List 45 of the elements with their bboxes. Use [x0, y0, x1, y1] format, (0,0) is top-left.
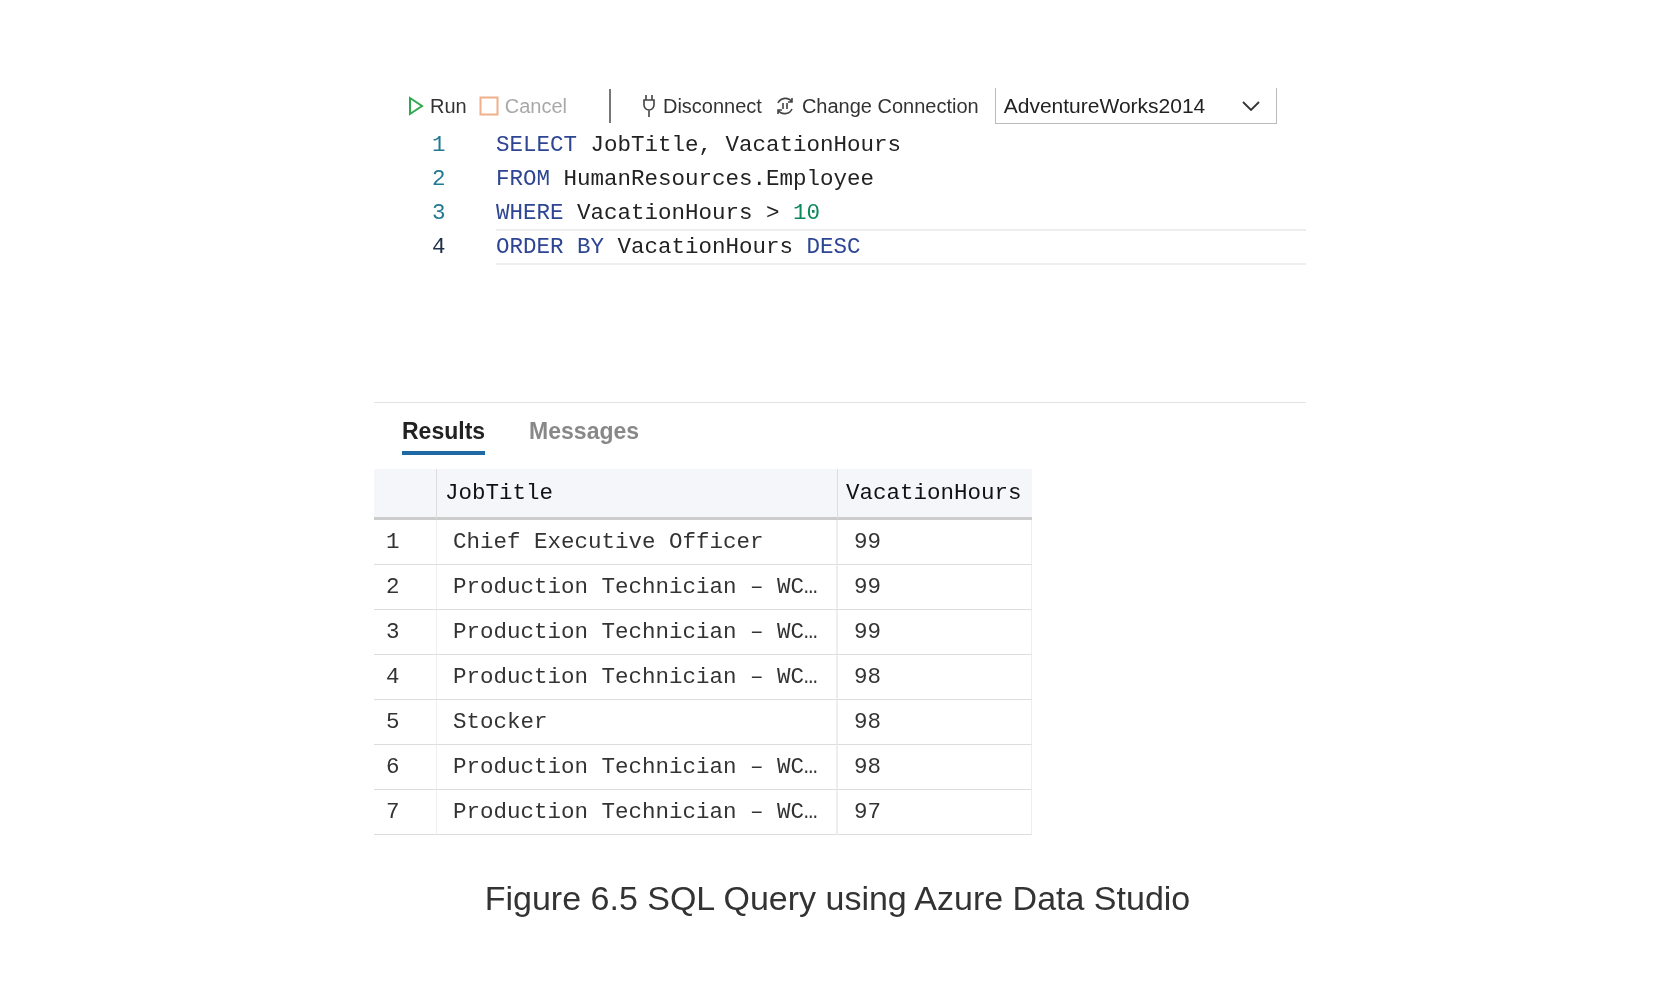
results-tab[interactable]: Results [402, 417, 486, 455]
table-cell: 99 [837, 610, 1032, 655]
row-number: 7 [374, 790, 436, 835]
line-number: 2 [431, 166, 447, 192]
table-cell: Production Technician – WC… [436, 610, 837, 655]
code-line: SELECT JobTitle, VacationHours [496, 131, 903, 160]
plug-icon [640, 94, 657, 118]
header-corner [374, 469, 436, 520]
table-cell: 98 [837, 700, 1032, 745]
stop-icon [478, 96, 499, 116]
column-header: JobTitle [436, 469, 837, 520]
table-cell: 99 [837, 520, 1032, 565]
row-number: 2 [374, 565, 436, 610]
play-icon [408, 96, 424, 116]
row-number: 1 [374, 520, 436, 565]
database-dropdown[interactable]: AdventureWorks2014 [994, 88, 1277, 124]
line-number: 3 [431, 200, 447, 226]
table-cell: 97 [837, 790, 1032, 835]
line-number: 1 [431, 132, 447, 158]
line-number: 4 [431, 234, 447, 260]
table-cell: Production Technician – WC… [436, 655, 837, 700]
code-line: ORDER BY VacationHours DESC [496, 229, 1306, 265]
table-cell: Chief Executive Officer [436, 520, 837, 565]
table-cell: Production Technician – WC… [436, 745, 837, 790]
change-connection-button[interactable]: Change Connection [767, 94, 985, 118]
figure-caption: Figure 6.5 SQL Query using Azure Data Studio [484, 879, 1191, 918]
results-tab[interactable]: Messages [529, 417, 640, 455]
table-cell: 98 [837, 655, 1032, 700]
table-cell: Production Technician – WC… [436, 565, 837, 610]
column-header: VacationHours [837, 469, 1032, 520]
query-editor[interactable]: 1 SELECT JobTitle, VacationHours 2 FROM HumanResources.Employee 3 WHERE VacationHours > 10 4 ORDER BY VacationHours DESC [374, 128, 1306, 403]
row-number: 5 [374, 700, 436, 745]
table-cell: 99 [837, 565, 1032, 610]
row-number: 6 [374, 745, 436, 790]
run-button[interactable]: Run [402, 94, 473, 118]
database-name: AdventureWorks2014 [1003, 93, 1206, 118]
code-line: WHERE VacationHours > 10 [496, 199, 822, 228]
table-cell: Stocker [436, 700, 837, 745]
table-cell: Production Technician – WC… [436, 790, 837, 835]
table-cell: 98 [837, 745, 1032, 790]
row-number: 3 [374, 610, 436, 655]
disconnect-button[interactable]: Disconnect [634, 94, 768, 118]
code-line: FROM HumanResources.Employee [496, 165, 876, 194]
row-number: 4 [374, 655, 436, 700]
chevron-down-icon [1241, 100, 1260, 111]
